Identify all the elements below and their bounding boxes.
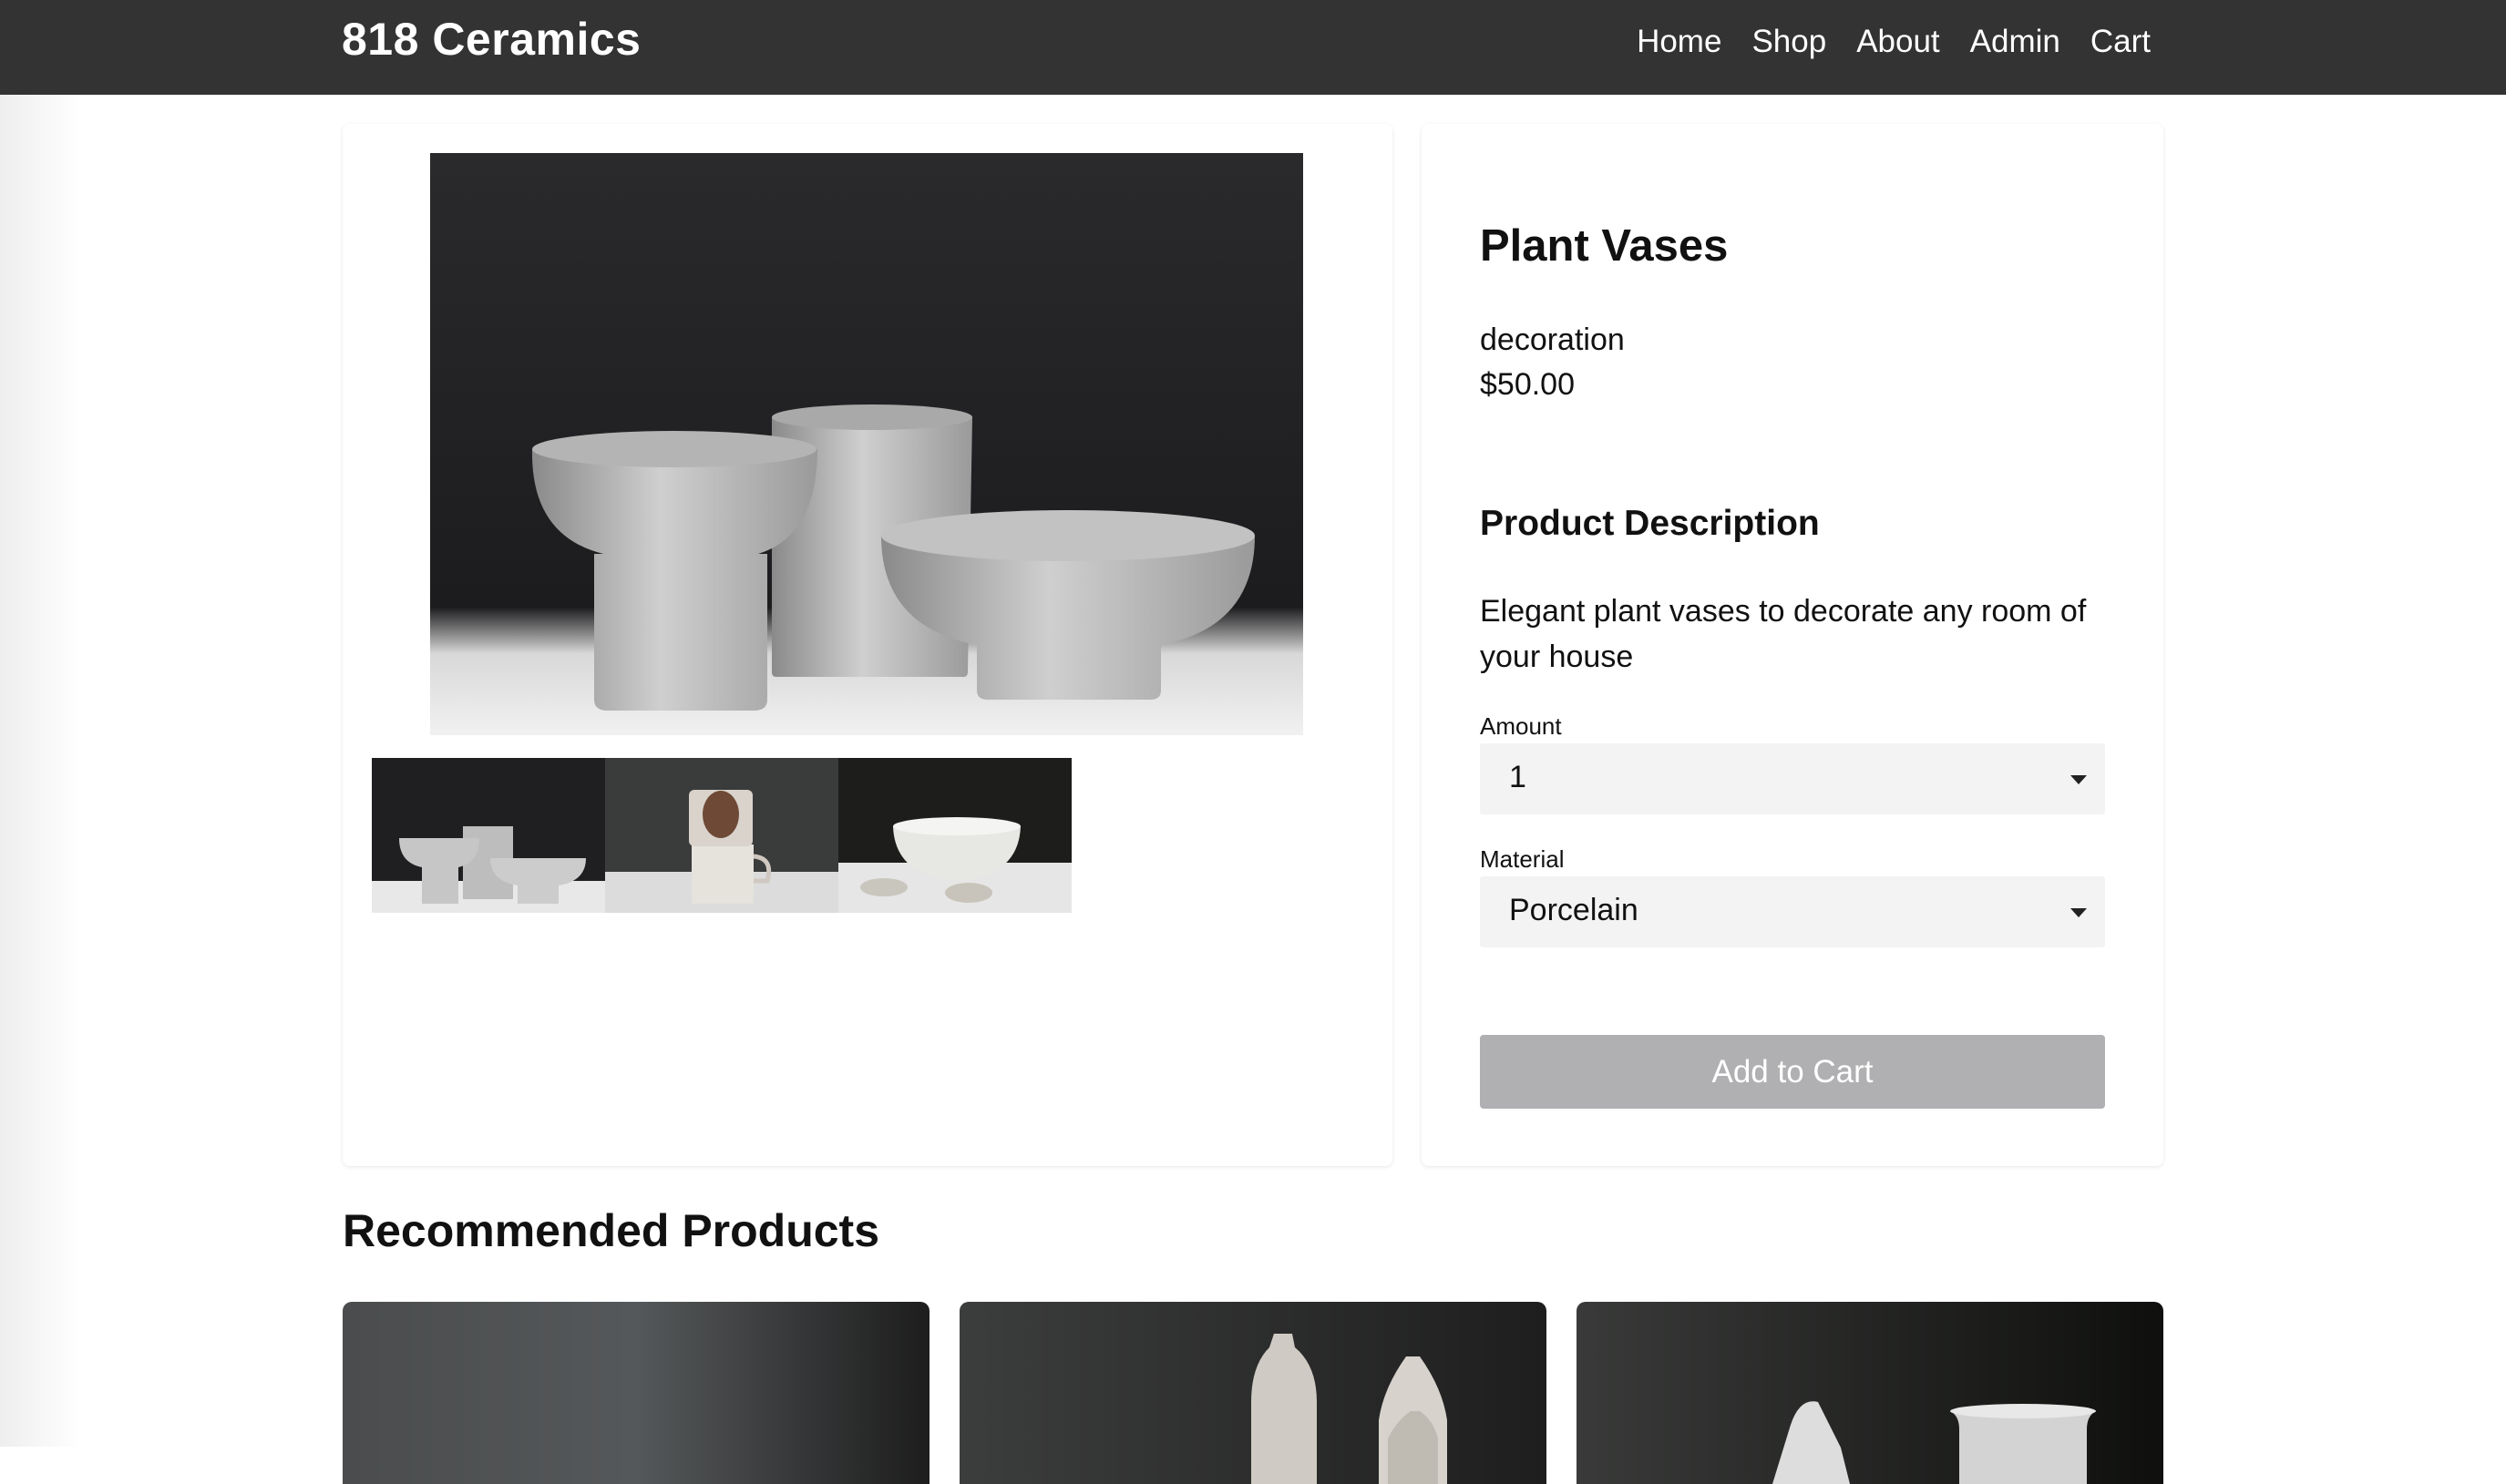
product-title: Plant Vases [1480,221,1729,271]
thumbnail-mugs[interactable] [605,758,838,913]
product-category: decoration [1480,322,1625,357]
material-select[interactable]: Porcelain [1480,876,2105,947]
recommended-product-card[interactable] [343,1302,929,1484]
chevron-down-icon [2070,908,2087,917]
amount-value: 1 [1509,760,1526,794]
material-label: Material [1480,845,1565,873]
nav-cart[interactable]: Cart [2090,24,2151,60]
top-navbar: 818 Ceramics Home Shop About Admin Cart [0,0,2506,95]
product-price: $50.00 [1480,367,1575,402]
product-description: Elegant plant vases to decorate any room… [1480,594,2087,674]
thumbnail-bowls[interactable] [838,758,1072,913]
thumbnail-strip [372,758,1072,913]
nav-about[interactable]: About [1856,24,1939,60]
chevron-down-icon [2070,775,2087,784]
recommended-product-card[interactable] [960,1302,1546,1484]
material-value: Porcelain [1509,893,1638,927]
amount-select[interactable]: 1 [1480,743,2105,814]
page-left-shade [0,95,82,1447]
product-gallery-card [343,124,1392,1166]
nav-home[interactable]: Home [1637,24,1721,60]
add-to-cart-button[interactable]: Add to Cart [1480,1035,2105,1109]
brand-logo[interactable]: 818 Ceramics [342,13,641,66]
nav-links: Home Shop About Admin Cart [1637,24,2151,60]
nav-admin[interactable]: Admin [1970,24,2060,60]
nav-shop[interactable]: Shop [1751,24,1826,60]
product-info-card: Plant Vases decoration $50.00 Product De… [1422,124,2163,1166]
amount-label: Amount [1480,712,1562,740]
recommended-product-card[interactable] [1577,1302,2163,1484]
thumbnail-plant-vases[interactable] [372,758,605,913]
description-heading: Product Description [1480,504,1820,543]
recommended-heading: Recommended Products [343,1205,880,1256]
main-product-image [430,153,1303,735]
